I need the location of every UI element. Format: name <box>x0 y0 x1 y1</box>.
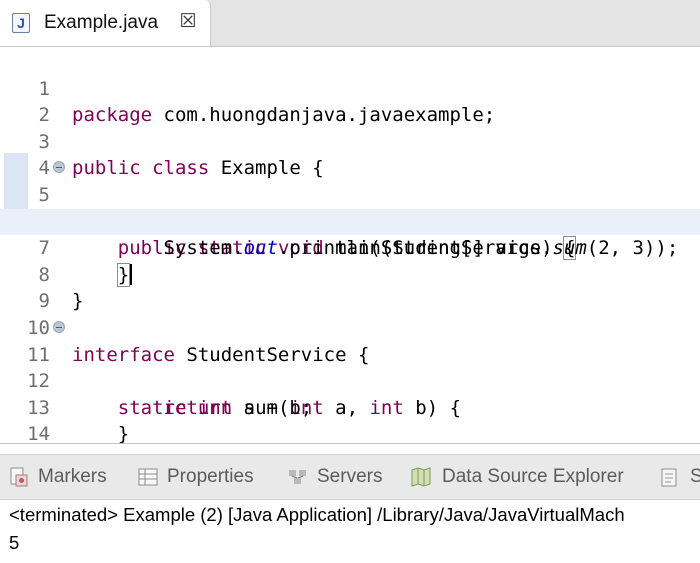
editor-tab-title: Example.java <box>44 12 159 33</box>
tab-label: S <box>690 466 700 487</box>
code-line: 14 } <box>0 395 700 472</box>
tab-servers[interactable]: Servers <box>287 455 382 499</box>
bottom-panel: Markers Properties Servers Data Source E… <box>0 443 700 563</box>
code-line: 10 interface StudentService { <box>0 288 700 366</box>
code-line: 8 } <box>0 235 700 313</box>
code-line: 2 <box>0 76 700 126</box>
code-editor[interactable]: 1 package com.huongdanjava.javaexample; … <box>0 47 700 472</box>
properties-icon <box>138 468 158 486</box>
current-code-line: 7 } <box>0 208 700 287</box>
code-line: 9 <box>0 262 700 312</box>
code-line: 12 return a + b; <box>0 342 700 419</box>
tab-data-source-explorer[interactable]: Data Source Explorer <box>408 455 624 499</box>
code-line: 4 <box>0 129 700 179</box>
tab-properties[interactable]: Properties <box>137 455 254 499</box>
data-source-explorer-icon <box>411 467 431 487</box>
servers-icon <box>289 470 306 484</box>
markers-icon <box>10 467 28 487</box>
tab-label: Properties <box>167 466 254 487</box>
code-line: 3 public class Example { <box>0 102 700 180</box>
tab-markers[interactable]: Markers <box>8 455 107 499</box>
code-line: 13 } <box>0 368 700 446</box>
code-line: 1 package com.huongdanjava.javaexample; <box>0 49 700 127</box>
code-line: 6 System.out.println(StudentService.sum(… <box>0 182 700 260</box>
panel-tab-bar: Markers Properties Servers Data Source E… <box>0 454 700 500</box>
tab-label: Markers <box>38 466 107 487</box>
fold-collapse-icon[interactable] <box>53 161 65 174</box>
code-line: 5 public static void main(String[] args)… <box>0 155 700 261</box>
editor-tab-example-java[interactable]: J Example.java ☒ <box>0 0 211 46</box>
tab-label: Data Source Explorer <box>442 466 624 487</box>
close-icon[interactable]: ☒ <box>178 12 198 32</box>
editor-tab-bar: J Example.java ☒ <box>0 0 700 47</box>
snippets-icon <box>661 468 677 487</box>
console-output: 5 <box>9 532 20 553</box>
fold-collapse-icon[interactable] <box>53 321 65 333</box>
tab-label: Servers <box>317 466 383 487</box>
java-file-icon: J <box>12 13 30 33</box>
code-line: 11 static int sum(int a, int b) { <box>0 315 700 419</box>
console-status-line: <terminated> Example (2) [Java Applicati… <box>9 504 625 525</box>
tab-snippets[interactable]: S <box>660 455 700 499</box>
